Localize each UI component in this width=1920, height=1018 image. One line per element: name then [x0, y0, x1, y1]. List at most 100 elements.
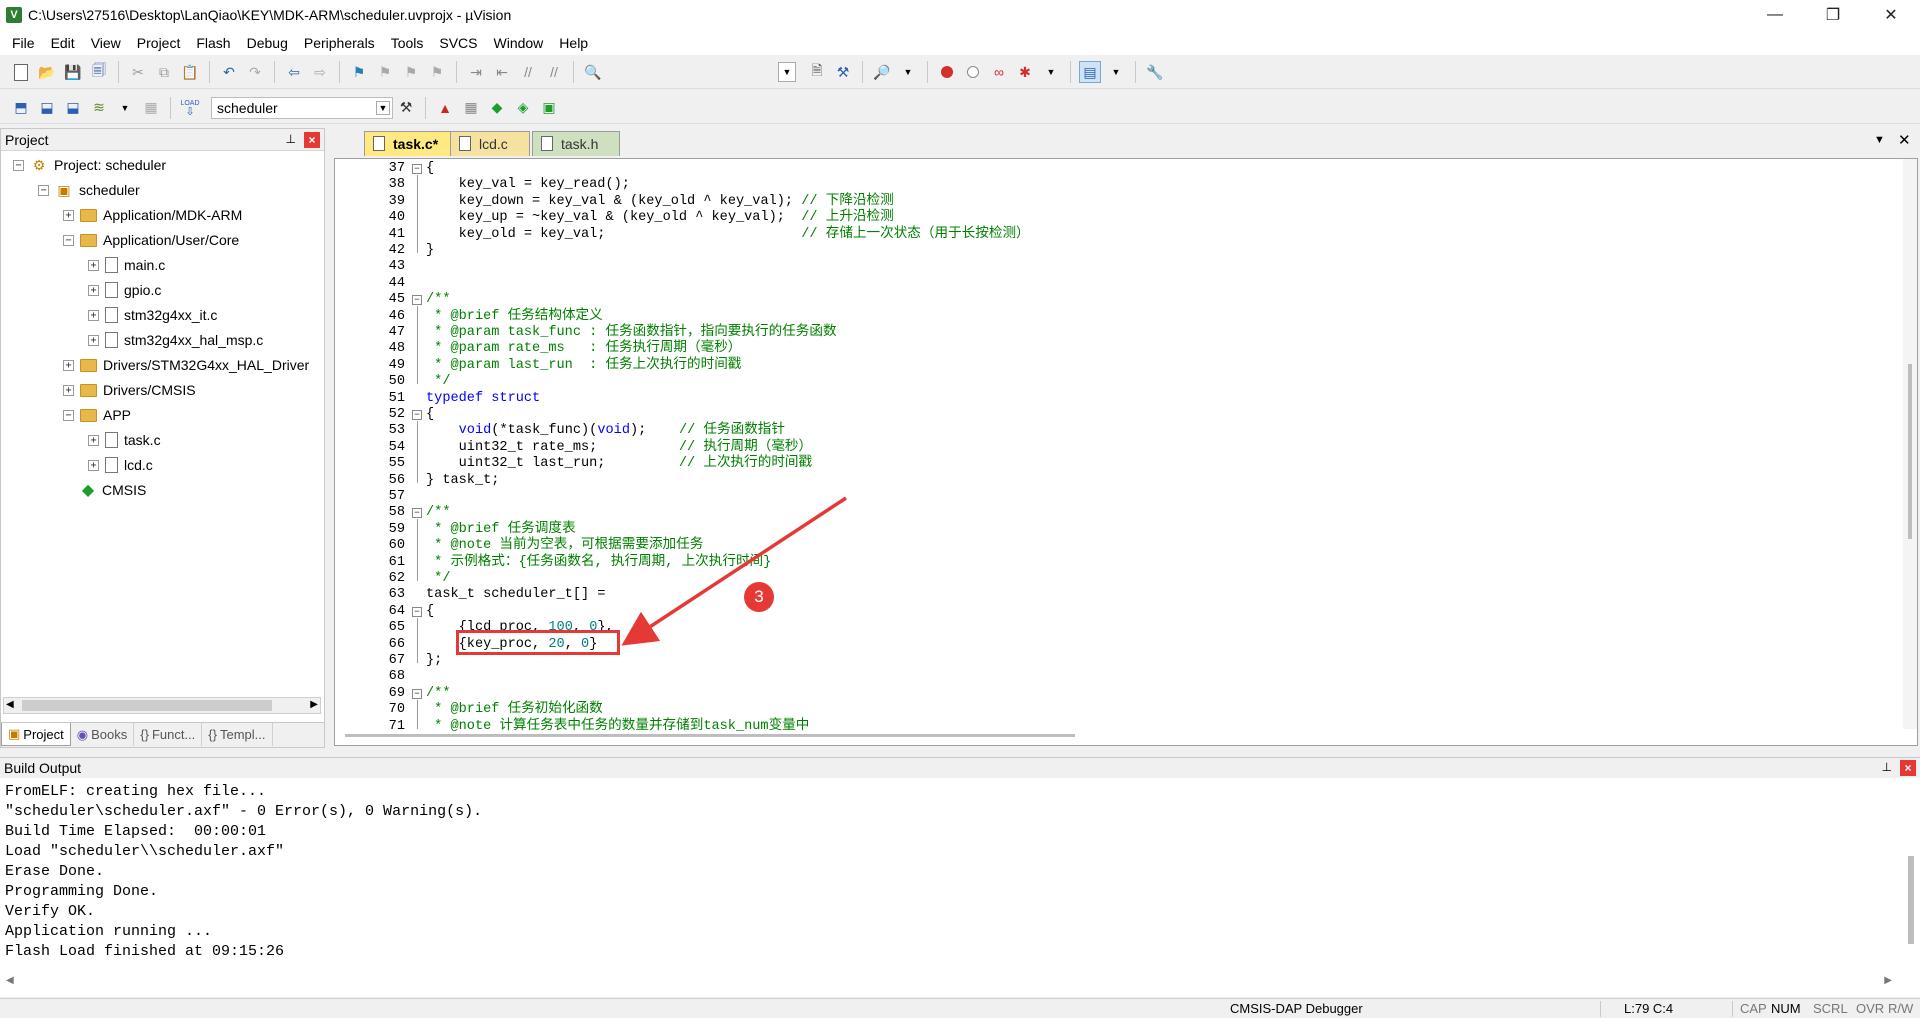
tree-item[interactable]: + lcd.c — [88, 455, 153, 475]
tree-item[interactable]: + main.c — [88, 255, 165, 275]
menu-file[interactable]: File — [4, 35, 43, 51]
find-dropdown[interactable]: ▼ — [778, 62, 796, 82]
fold-toggle-icon[interactable]: − — [412, 688, 422, 699]
stop-build-icon[interactable]: ▦ — [140, 97, 162, 119]
target-select[interactable]: scheduler ▼ — [211, 96, 393, 119]
cut-icon[interactable]: ✂ — [127, 61, 149, 83]
disable-breakpoints-icon[interactable]: ∞ — [988, 61, 1010, 83]
menu-tools[interactable]: Tools — [383, 35, 432, 51]
undo-icon[interactable]: ↶ — [218, 61, 240, 83]
navigate-forward-icon[interactable]: ⇨ — [309, 61, 331, 83]
collapse-icon[interactable]: − — [13, 159, 24, 171]
scroll-left-icon[interactable]: ◀ — [6, 699, 14, 710]
close-icon[interactable]: × — [1900, 760, 1916, 776]
rebuild-icon[interactable]: ⬓ — [62, 97, 84, 119]
menu-window[interactable]: Window — [486, 35, 552, 51]
batch-build-icon[interactable]: ≋ — [88, 97, 110, 119]
save-all-icon[interactable]: 🗐 — [88, 61, 110, 83]
manage-project-items-icon[interactable]: ▲ — [434, 97, 456, 119]
menu-help[interactable]: Help — [551, 35, 596, 51]
minimize-button[interactable]: — — [1746, 0, 1804, 30]
fold-toggle-icon[interactable]: − — [412, 508, 422, 519]
scrollbar-thumb[interactable] — [345, 734, 1075, 737]
select-software-packs-icon[interactable]: ◈ — [512, 97, 534, 119]
fold-toggle-icon[interactable]: − — [412, 410, 422, 420]
tab-templates[interactable]: {} Templ... — [202, 723, 273, 746]
scroll-right-icon[interactable]: ▶ — [310, 699, 318, 710]
fold-toggle-icon[interactable]: − — [412, 606, 422, 617]
fold-toggle-icon[interactable]: − — [412, 164, 422, 174]
bookmark-next-icon[interactable]: ⚑ — [400, 61, 422, 83]
expand-icon[interactable]: + — [63, 384, 74, 396]
expand-icon[interactable]: + — [88, 259, 99, 271]
tree-item[interactable]: + gpio.c — [88, 280, 161, 300]
debug-dropdown-icon[interactable]: ▼ — [897, 61, 919, 83]
menu-svcs[interactable]: SVCS — [431, 35, 485, 51]
editor-vertical-scrollbar[interactable] — [1903, 159, 1917, 729]
tree-item[interactable]: + Application/MDK-ARM — [63, 205, 242, 225]
close-button[interactable]: ✕ — [1862, 0, 1920, 30]
file-extensions-icon[interactable]: ▦ — [460, 97, 482, 119]
tree-item[interactable]: + task.c — [88, 430, 161, 450]
tab-lcd-c[interactable]: lcd.c — [450, 131, 530, 156]
scrollbar-thumb[interactable] — [22, 700, 272, 711]
tab-books[interactable]: ◉ Books — [71, 723, 135, 746]
indent-icon[interactable]: ⇥ — [465, 61, 487, 83]
uncomment-icon[interactable]: // — [543, 61, 565, 83]
collapse-icon[interactable]: − — [63, 409, 74, 421]
close-editor-icon[interactable]: ✕ — [1898, 131, 1911, 149]
pack-installer-icon[interactable]: ▣ — [538, 97, 560, 119]
find-in-files-icon[interactable]: 🔍 — [582, 61, 604, 83]
expand-icon[interactable]: + — [63, 359, 74, 371]
collapse-icon[interactable]: − — [63, 234, 74, 246]
expand-icon[interactable]: + — [88, 309, 99, 321]
enable-breakpoint-icon[interactable] — [962, 61, 984, 83]
expand-icon[interactable]: + — [63, 209, 74, 221]
editor-horizontal-scrollbar[interactable] — [345, 731, 1915, 741]
menu-project[interactable]: Project — [129, 35, 189, 51]
layout-dropdown-icon[interactable]: ▼ — [1105, 61, 1127, 83]
insert-breakpoint-icon[interactable] — [936, 61, 958, 83]
navigate-back-icon[interactable]: ⇦ — [283, 61, 305, 83]
maximize-button[interactable]: ❐ — [1804, 0, 1862, 30]
scrollbar-thumb[interactable] — [1908, 364, 1912, 539]
bookmark-clear-icon[interactable]: ⚑ — [426, 61, 448, 83]
kill-breakpoints-icon[interactable]: ✱ — [1014, 61, 1036, 83]
tab-list-dropdown-icon[interactable]: ▼ — [1874, 134, 1885, 146]
window-layout-icon[interactable]: ▤ — [1079, 61, 1101, 83]
unindent-icon[interactable]: ⇤ — [491, 61, 513, 83]
tab-project[interactable]: ▣ Project — [1, 723, 71, 746]
comment-icon[interactable]: // — [517, 61, 539, 83]
tree-item[interactable]: − ⚙ Project: scheduler — [13, 155, 166, 175]
code-editor[interactable]: 37−{38 key_val = key_read(); 39 key_down … — [334, 158, 1918, 746]
scroll-right-icon[interactable]: ▶ — [1884, 975, 1892, 986]
menu-peripherals[interactable]: Peripherals — [296, 35, 383, 51]
bookmark-prev-icon[interactable]: ⚑ — [374, 61, 396, 83]
collapse-icon[interactable]: − — [38, 184, 49, 196]
scroll-left-icon[interactable]: ◀ — [6, 975, 14, 986]
menu-edit[interactable]: Edit — [43, 35, 83, 51]
tab-task-h[interactable]: task.h — [532, 131, 620, 156]
breakpoint-dropdown-icon[interactable]: ▼ — [1040, 61, 1062, 83]
expand-icon[interactable]: + — [88, 459, 99, 471]
paste-icon[interactable]: 📋 — [179, 61, 201, 83]
tree-item[interactable]: − ▣ scheduler — [38, 180, 140, 200]
target-options-icon[interactable]: ⚒ — [395, 97, 417, 119]
pin-icon[interactable]: ⊥ — [286, 132, 296, 146]
download-icon[interactable]: LOAD ⇩ — [179, 97, 201, 119]
tree-item[interactable]: ◆ CMSIS — [63, 480, 147, 500]
translate-icon[interactable]: ⬒ — [10, 97, 32, 119]
debug-session-icon[interactable]: 🔎 — [871, 61, 893, 83]
tree-item[interactable]: + Drivers/CMSIS — [63, 380, 196, 400]
open-file-icon[interactable]: 📂 — [36, 61, 58, 83]
fold-toggle-icon[interactable]: − — [412, 295, 422, 306]
save-icon[interactable]: 💾 — [62, 61, 84, 83]
build-output-scrollbar[interactable] — [1908, 856, 1914, 944]
close-icon[interactable]: × — [304, 132, 320, 148]
build-icon[interactable]: ⬓ — [36, 97, 58, 119]
batch-dropdown-icon[interactable]: ▼ — [114, 97, 136, 119]
tab-task-c[interactable]: task.c* — [364, 131, 456, 156]
incremental-find-icon[interactable]: ⚒ — [832, 61, 854, 83]
menu-debug[interactable]: Debug — [239, 35, 296, 51]
find-icon[interactable]: 🗎 — [806, 61, 828, 83]
